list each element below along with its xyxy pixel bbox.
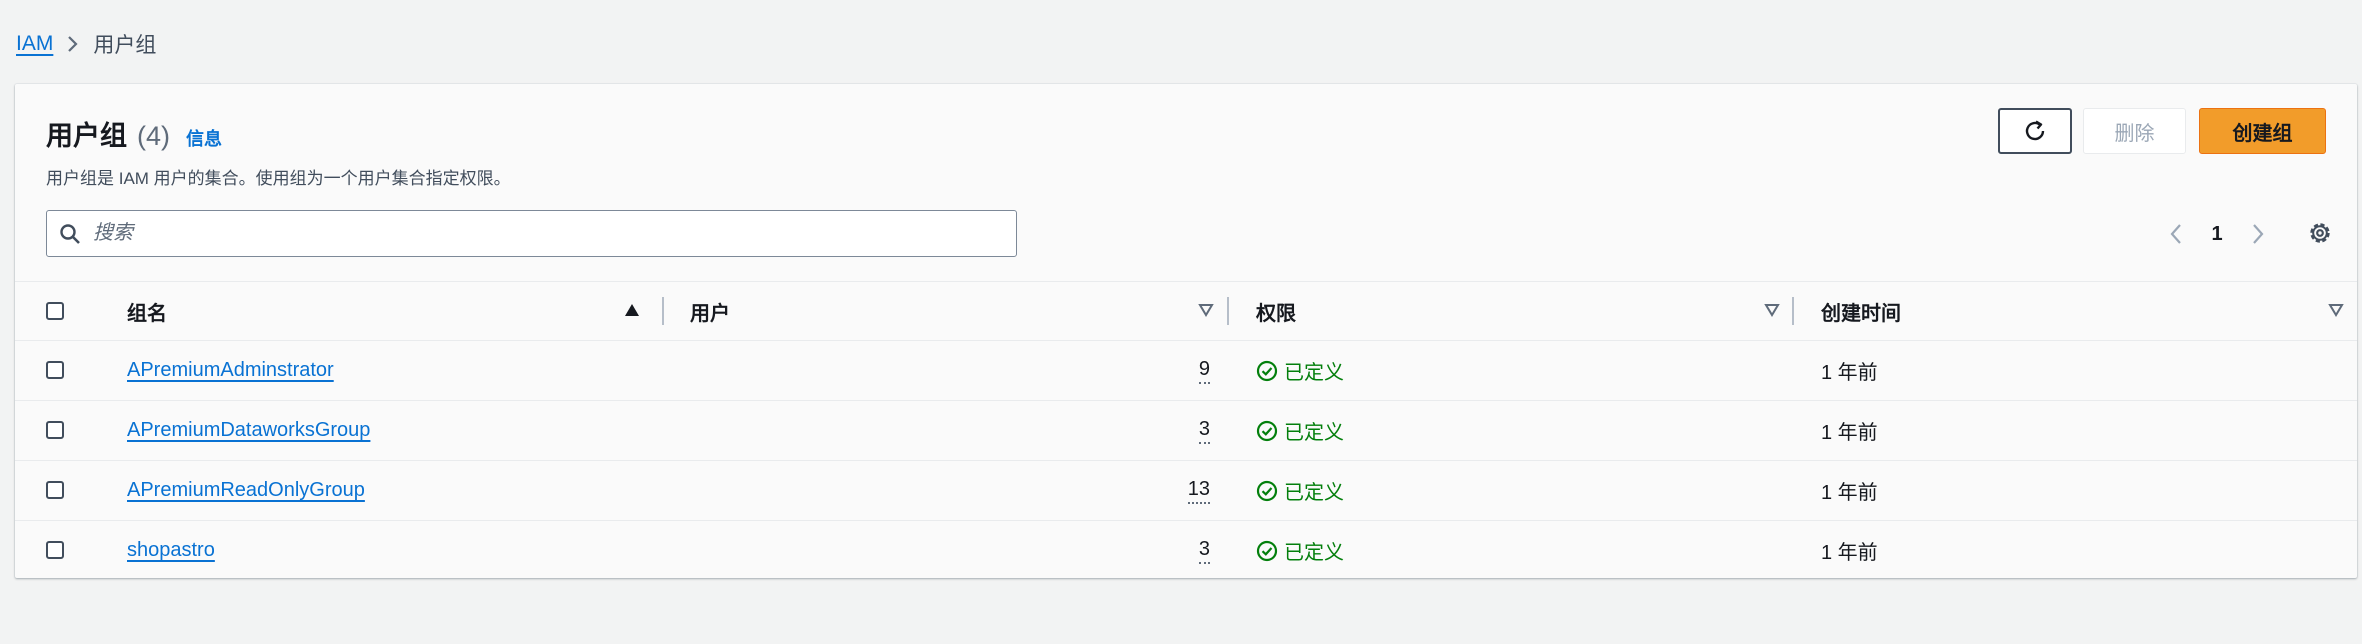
users-count[interactable]: 3 <box>1198 418 1210 444</box>
previous-page-icon[interactable] <box>2161 222 2191 246</box>
group-name-link[interactable]: APremiumAdminstrator <box>127 359 334 382</box>
next-page-icon[interactable] <box>2243 222 2273 246</box>
column-header-group-name[interactable]: 组名 <box>127 282 167 340</box>
table-header: 组名 用户 权限 创建时间 <box>15 281 2357 341</box>
row-checkbox[interactable] <box>46 481 64 499</box>
users-count[interactable]: 13 <box>1187 478 1210 504</box>
row-checkbox[interactable] <box>46 361 64 379</box>
row-checkbox[interactable] <box>46 421 64 439</box>
column-header-users[interactable]: 用户 <box>690 282 730 340</box>
column-header-created[interactable]: 创建时间 <box>1821 282 1901 340</box>
column-divider[interactable] <box>662 297 664 325</box>
created-time: 1 年前 <box>1821 542 1878 564</box>
breadcrumb-current: 用户组 <box>93 34 157 57</box>
current-page-number[interactable]: 1 <box>2191 223 2243 246</box>
user-groups-panel: 用户组 (4) 信息 用户组是 IAM 用户的集合。使用组为一个用户集合指定权限… <box>15 84 2357 578</box>
success-icon <box>1256 480 1278 502</box>
created-time: 1 年前 <box>1821 362 1878 384</box>
group-count: (4) <box>137 121 170 151</box>
breadcrumb-iam-link[interactable]: IAM <box>16 32 53 56</box>
refresh-button[interactable] <box>1998 108 2072 154</box>
success-icon <box>1256 540 1278 562</box>
table-row: APremiumAdminstrator 9 已定义 1 年前 <box>15 341 2357 401</box>
pagination: 1 <box>2161 212 2273 256</box>
group-name-link[interactable]: APremiumReadOnlyGroup <box>127 479 365 502</box>
create-group-button[interactable]: 创建组 <box>2199 108 2326 154</box>
column-divider[interactable] <box>1792 297 1794 325</box>
success-icon <box>1256 420 1278 442</box>
column-divider[interactable] <box>1227 297 1229 325</box>
delete-button[interactable]: 删除 <box>2083 108 2186 154</box>
group-name-link[interactable]: APremiumDataworksGroup <box>127 419 370 442</box>
table-row: APremiumDataworksGroup 3 已定义 1 年前 <box>15 401 2357 461</box>
created-time: 1 年前 <box>1821 422 1878 444</box>
chevron-right-icon <box>67 35 79 53</box>
users-count[interactable]: 9 <box>1198 358 1210 384</box>
gear-icon[interactable] <box>2306 219 2334 252</box>
page-title: 用户组 (4) 信息 <box>46 114 222 153</box>
refresh-icon <box>2022 118 2048 144</box>
column-header-permissions[interactable]: 权限 <box>1256 282 1296 340</box>
users-count[interactable]: 3 <box>1198 538 1210 564</box>
table-row: APremiumReadOnlyGroup 13 已定义 1 年前 <box>15 461 2357 521</box>
permission-status: 已定义 <box>1284 482 1344 504</box>
sort-ascending-icon[interactable] <box>623 302 641 323</box>
sort-icon[interactable] <box>2327 302 2345 323</box>
search-icon <box>59 223 81 245</box>
search-input[interactable] <box>91 221 975 246</box>
breadcrumb: IAM 用户组 <box>16 28 156 60</box>
permission-status: 已定义 <box>1284 422 1344 444</box>
success-icon <box>1256 360 1278 382</box>
search-field <box>46 210 1017 257</box>
page-title-text: 用户组 <box>46 121 127 151</box>
sort-icon[interactable] <box>1763 302 1781 323</box>
info-link[interactable]: 信息 <box>186 125 222 151</box>
row-checkbox[interactable] <box>46 541 64 559</box>
page-description: 用户组是 IAM 用户的集合。使用组为一个用户集合指定权限。 <box>46 169 511 188</box>
created-time: 1 年前 <box>1821 482 1878 504</box>
table-row: shopastro 3 已定义 1 年前 <box>15 521 2357 578</box>
select-all-checkbox[interactable] <box>46 302 64 320</box>
group-name-link[interactable]: shopastro <box>127 539 215 562</box>
permission-status: 已定义 <box>1284 362 1344 384</box>
permission-status: 已定义 <box>1284 542 1344 564</box>
sort-icon[interactable] <box>1197 302 1215 323</box>
